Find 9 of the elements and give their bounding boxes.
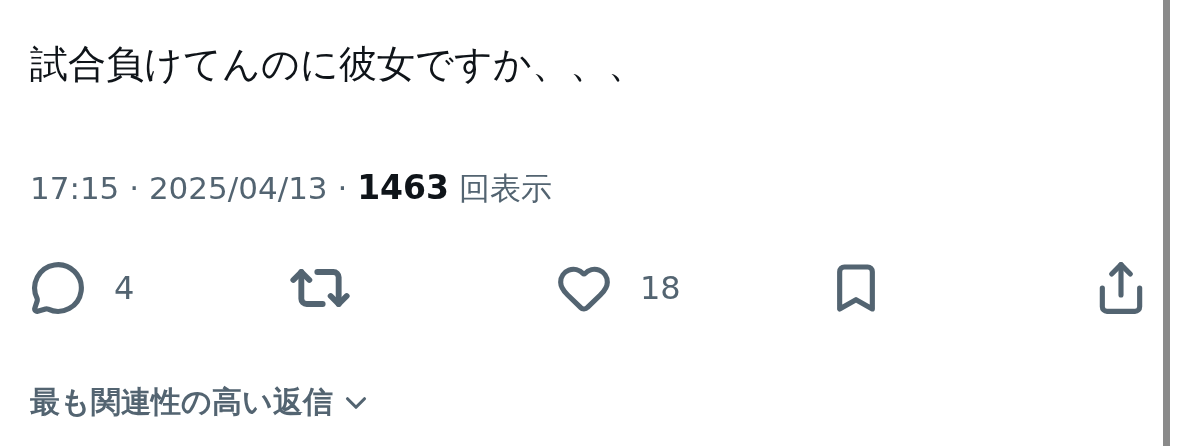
like-button[interactable]: 18 xyxy=(556,260,681,316)
reply-sort-button[interactable]: 最も関連性の高い返信 xyxy=(30,382,373,423)
scrollbar[interactable] xyxy=(1163,0,1170,446)
action-count: 18 xyxy=(640,269,681,307)
speech-bubble-icon xyxy=(30,260,86,316)
action-count: 4 xyxy=(114,269,135,307)
reply-button[interactable]: 4 xyxy=(30,260,135,316)
post-meta: 17:15 · 2025/04/13 · 1463 回表示 xyxy=(30,167,553,209)
post-text: 試合負けてんのに彼女ですか、、、 xyxy=(30,41,647,88)
